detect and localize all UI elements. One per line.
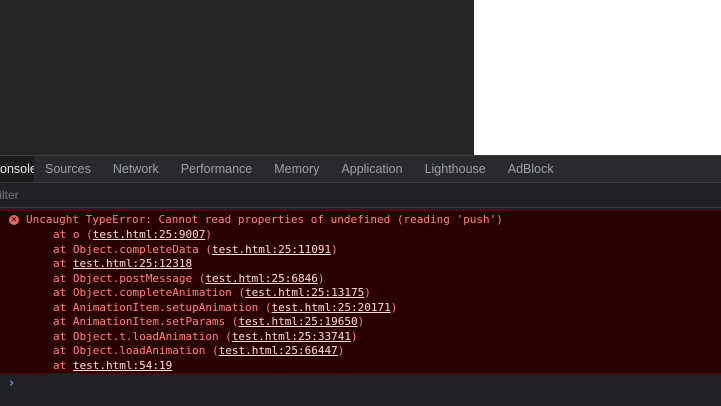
stack-frame: at test.html:25:12318 bbox=[53, 257, 193, 271]
chevron-right-icon: › bbox=[9, 376, 15, 391]
stack-frame: at Object.postMessage (test.html:25:6846… bbox=[53, 271, 325, 285]
tab-lighthouse[interactable]: Lighthouse bbox=[414, 156, 497, 182]
stack-frame: at test.html:54:19 bbox=[53, 358, 173, 372]
source-link[interactable]: test.html:54:19 bbox=[73, 359, 172, 372]
source-link[interactable]: test.html:25:12318 bbox=[73, 257, 192, 270]
stack-frame: at Object.loadAnimation (test.html:25:66… bbox=[53, 344, 345, 358]
source-link[interactable]: test.html:25:13175 bbox=[245, 286, 364, 299]
tab-sources[interactable]: Sources bbox=[34, 156, 102, 182]
source-link[interactable]: test.html:25:20171 bbox=[272, 301, 391, 314]
stack-trace: at o (test.html:25:9007) at Object.compl… bbox=[53, 228, 397, 373]
devtools-screen: Console Sources Network Performance Memo… bbox=[0, 0, 721, 406]
source-link[interactable]: test.html:25:6846 bbox=[205, 272, 318, 285]
stack-frame: at Object.completeAnimation (test.html:2… bbox=[53, 286, 371, 300]
source-link[interactable]: test.html:25:19650 bbox=[238, 315, 357, 328]
page-viewport-white bbox=[474, 0, 721, 155]
error-circle-icon: ✕ bbox=[9, 215, 19, 225]
tab-memory[interactable]: Memory bbox=[263, 156, 330, 182]
console-error-message: ✕ Uncaught TypeError: Cannot read proper… bbox=[0, 210, 721, 374]
stack-frame: at AnimationItem.setParams (test.html:25… bbox=[53, 315, 365, 329]
devtools-tab-bar: Console Sources Network Performance Memo… bbox=[0, 155, 721, 183]
tab-adblock[interactable]: AdBlock bbox=[497, 156, 565, 182]
tab-console[interactable]: Console bbox=[0, 156, 34, 182]
tab-network[interactable]: Network bbox=[102, 156, 170, 182]
stack-frame: at Object.t.loadAnimation (test.html:25:… bbox=[53, 329, 358, 343]
console-prompt[interactable]: › bbox=[0, 374, 721, 406]
page-viewport-dark bbox=[0, 0, 474, 155]
stack-frame: at Object.completeData (test.html:25:110… bbox=[53, 242, 338, 256]
source-link[interactable]: test.html:25:33741 bbox=[232, 330, 351, 343]
console-filter-bar bbox=[0, 183, 721, 208]
tab-performance[interactable]: Performance bbox=[170, 156, 264, 182]
filter-input[interactable] bbox=[0, 186, 260, 204]
stack-frame: at o (test.html:25:9007) bbox=[53, 228, 212, 241]
source-link[interactable]: test.html:25:66447 bbox=[219, 344, 338, 357]
tab-application[interactable]: Application bbox=[330, 156, 413, 182]
error-text: Uncaught TypeError: Cannot read properti… bbox=[26, 213, 503, 226]
stack-frame: at AnimationItem.setupAnimation (test.ht… bbox=[53, 300, 398, 314]
source-link[interactable]: test.html:25:11091 bbox=[212, 243, 331, 256]
source-link[interactable]: test.html:25:9007 bbox=[93, 228, 206, 241]
